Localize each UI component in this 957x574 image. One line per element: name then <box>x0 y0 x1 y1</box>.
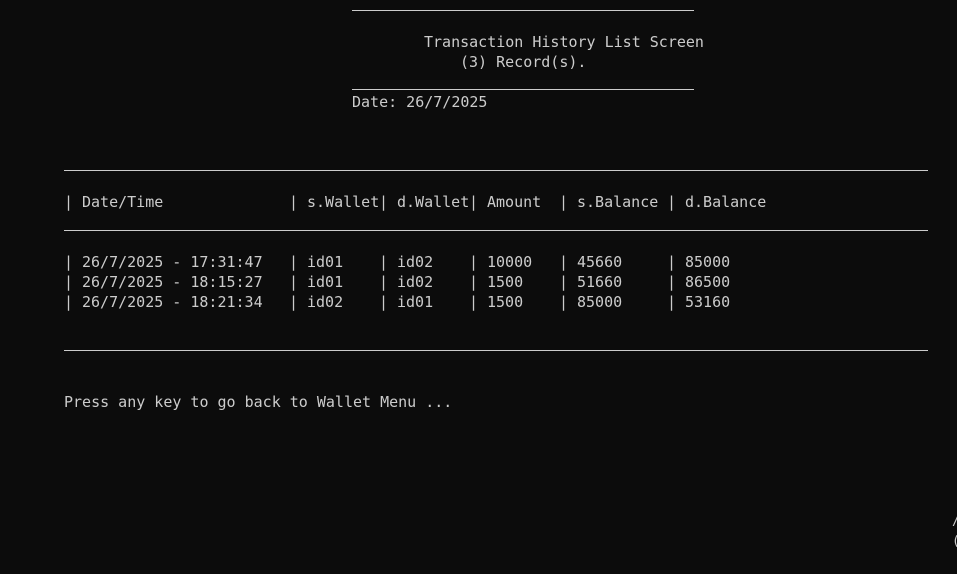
console-window: Transaction History List Screen (3) Reco… <box>0 0 957 574</box>
table-row: | 26/7/2025 - 18:21:34 | id02 | id01 | 1… <box>64 292 928 312</box>
cell-destination-wallet: id01 <box>397 293 434 311</box>
column-separator: | <box>379 273 389 291</box>
column-separator: | <box>64 253 74 271</box>
column-separator: | <box>64 273 74 291</box>
title-bottom-rule <box>352 89 694 90</box>
table-top-rule <box>64 170 928 171</box>
column-separator: | <box>379 253 389 271</box>
clipped-edge-text: / <box>952 512 957 532</box>
clipped-edge-text: ( <box>952 532 957 552</box>
table-header-row: | Date/Time | s.Wallet | d.Wallet | Amou… <box>64 192 928 212</box>
column-separator: | <box>64 193 74 211</box>
table-bottom-rule <box>64 350 928 351</box>
cell-amount: 1500 <box>487 273 524 291</box>
column-separator: | <box>667 293 677 311</box>
page-title: Transaction History List Screen <box>424 33 704 51</box>
cell-datetime: 26/7/2025 - 18:21:34 <box>82 293 263 311</box>
header-source-wallet: s.Wallet <box>307 193 380 211</box>
column-separator: | <box>469 253 479 271</box>
cell-datetime: 26/7/2025 - 18:15:27 <box>82 273 263 291</box>
cell-destination-balance: 53160 <box>685 293 731 311</box>
column-separator: | <box>289 273 299 291</box>
continue-prompt: Press any key to go back to Wallet Menu … <box>64 393 453 411</box>
record-count: (3) Record(s). <box>460 53 587 71</box>
column-separator: | <box>667 253 677 271</box>
header-destination-balance: d.Balance <box>685 193 767 211</box>
cell-amount: 10000 <box>487 253 533 271</box>
column-separator: | <box>379 293 389 311</box>
cell-destination-wallet: id02 <box>397 253 434 271</box>
date-label: Date: 26/7/2025 <box>352 93 488 111</box>
column-separator: | <box>289 293 299 311</box>
table-row: | 26/7/2025 - 17:31:47 | id01 | id02 | 1… <box>64 252 928 272</box>
column-separator: | <box>559 293 569 311</box>
column-separator: | <box>667 193 677 211</box>
header-amount: Amount <box>487 193 542 211</box>
title-top-rule <box>352 10 694 11</box>
cell-source-balance: 45660 <box>577 253 623 271</box>
column-separator: | <box>559 253 569 271</box>
table-row: | 26/7/2025 - 18:15:27 | id01 | id02 | 1… <box>64 272 928 292</box>
cell-source-wallet: id01 <box>307 253 344 271</box>
cell-destination-wallet: id02 <box>397 273 434 291</box>
column-separator: | <box>469 193 479 211</box>
column-separator: | <box>379 193 389 211</box>
table-header-rule <box>64 230 928 231</box>
cell-amount: 1500 <box>487 293 524 311</box>
cell-datetime: 26/7/2025 - 17:31:47 <box>82 253 263 271</box>
cell-source-wallet: id01 <box>307 273 344 291</box>
column-separator: | <box>64 293 74 311</box>
header-destination-wallet: d.Wallet <box>397 193 470 211</box>
column-separator: | <box>667 273 677 291</box>
cell-source-balance: 85000 <box>577 293 623 311</box>
header-datetime: Date/Time <box>82 193 164 211</box>
column-separator: | <box>469 293 479 311</box>
column-separator: | <box>469 273 479 291</box>
column-separator: | <box>289 253 299 271</box>
cell-source-wallet: id02 <box>307 293 344 311</box>
column-separator: | <box>559 193 569 211</box>
cell-source-balance: 51660 <box>577 273 623 291</box>
column-separator: | <box>559 273 569 291</box>
cell-destination-balance: 85000 <box>685 253 731 271</box>
column-separator: | <box>289 193 299 211</box>
header-source-balance: s.Balance <box>577 193 659 211</box>
cell-destination-balance: 86500 <box>685 273 731 291</box>
